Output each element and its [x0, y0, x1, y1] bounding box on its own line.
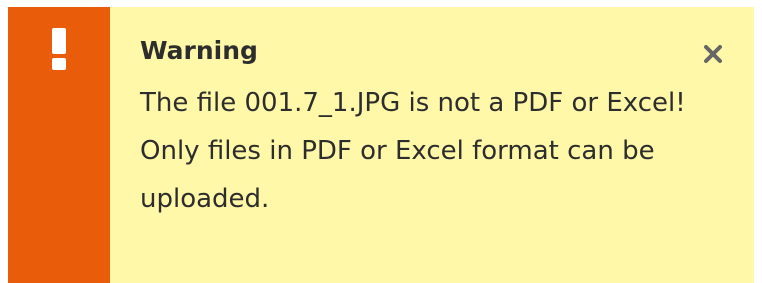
close-icon — [704, 45, 722, 63]
close-button[interactable] — [702, 43, 724, 65]
warning-notification: Warning The file 001.7_1.JPG is not a PD… — [8, 7, 754, 283]
notification-message: The file 001.7_1.JPG is not a PDF or Exc… — [140, 88, 686, 214]
warning-accent-bar — [8, 7, 110, 283]
notification-content: Warning The file 001.7_1.JPG is not a PD… — [110, 7, 754, 283]
exclamation-icon — [52, 28, 66, 70]
notification-title: Warning — [140, 36, 258, 65]
